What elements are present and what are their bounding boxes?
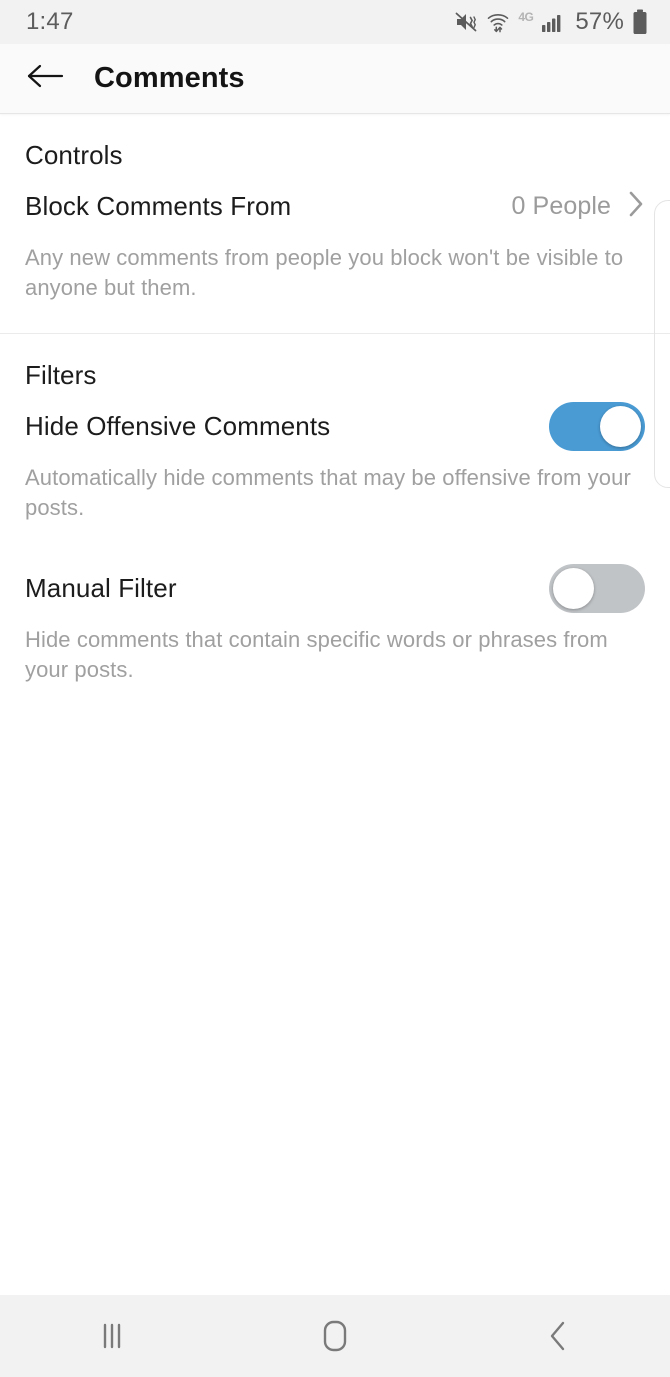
lte-4g-icon: 4G (518, 10, 534, 24)
mute-vibrate-icon (454, 10, 478, 34)
phone-screen: 1:47 4G 57% Comments Controls Block Comm… (0, 0, 670, 1377)
toggle-knob (553, 567, 594, 609)
row-label: Hide Offensive Comments (25, 410, 331, 441)
toggle-manual-filter[interactable] (549, 563, 645, 613)
section-header-filters: Filters (25, 360, 97, 390)
back-button[interactable] (22, 56, 68, 102)
row-hide-offensive-comments[interactable]: Hide Offensive Comments (0, 391, 670, 461)
toggle-hide-offensive-comments[interactable] (549, 401, 645, 451)
row-right: 0 People (512, 189, 646, 224)
settings-content: Controls Block Comments From 0 People An… (0, 114, 670, 1295)
home-icon (318, 1317, 352, 1355)
recents-button[interactable] (57, 1295, 167, 1377)
row-label: Manual Filter (25, 572, 177, 603)
battery-percent-label: 57% (575, 8, 624, 35)
row-label: Block Comments From (25, 190, 292, 221)
row-manual-filter[interactable]: Manual Filter (0, 553, 670, 623)
block-comments-value: 0 People (511, 191, 611, 220)
chevron-right-icon (627, 189, 645, 224)
battery-icon (632, 9, 648, 35)
row-block-comments-from[interactable]: Block Comments From 0 People (0, 171, 670, 241)
hide-offensive-comments-description: Automatically hide comments that may be … (25, 465, 631, 520)
back-button-nav[interactable] (503, 1295, 613, 1377)
wifi-data-transfer-icon (486, 10, 510, 34)
manual-filter-description: Hide comments that contain specific word… (25, 627, 608, 682)
page-title: Comments (94, 62, 245, 94)
app-bar: Comments (0, 44, 670, 114)
status-bar-icons: 4G 57% (454, 8, 648, 36)
arrow-left-icon (25, 60, 65, 97)
home-button[interactable] (280, 1295, 390, 1377)
section-header-controls: Controls (25, 140, 123, 170)
toggle-knob (600, 405, 641, 447)
section-filters: Filters Hide Offensive Comments Automati… (0, 333, 670, 715)
block-comments-description: Any new comments from people you block w… (25, 245, 624, 300)
back-chevron-icon (545, 1318, 571, 1354)
status-bar-clock: 1:47 (26, 8, 74, 35)
system-navigation-bar (0, 1295, 670, 1377)
section-controls: Controls Block Comments From 0 People An… (0, 114, 670, 333)
cellular-signal-icon (541, 11, 565, 33)
status-bar: 1:47 4G 57% (0, 0, 670, 44)
recents-icon (97, 1319, 127, 1353)
